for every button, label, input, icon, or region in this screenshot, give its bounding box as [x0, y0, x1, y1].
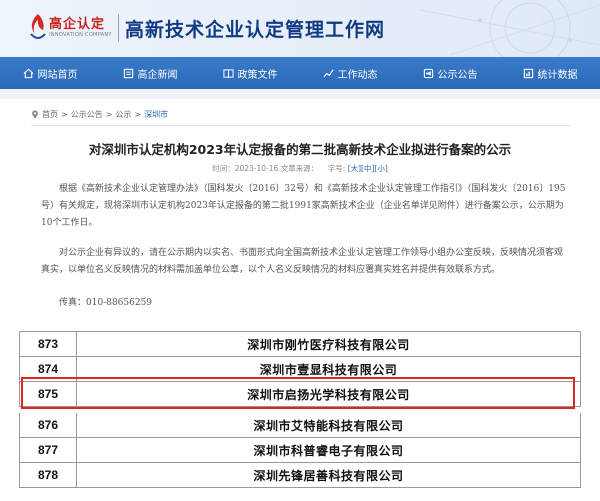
nav-work-updates[interactable]: 工作动态 [300, 57, 400, 89]
table-row: 873 深圳市刚竹医疗科技有限公司 [19, 332, 581, 357]
article-title: 对深圳市认定机构2023年认定报备的第二批高新技术企业拟进行备案的公示 [88, 142, 512, 157]
row-number: 878 [19, 463, 77, 487]
site-header: 高企认定 INNOVATION COMPANY 高新技术企业认定管理工作网 [0, 0, 600, 57]
megaphone-icon [423, 68, 433, 78]
page-gap [0, 89, 600, 99]
table-row: 878 深圳先锋居善科技有限公司 [19, 463, 581, 488]
nav-label: 政策文件 [237, 69, 278, 81]
company-name: 深圳市刚竹医疗科技有限公司 [77, 332, 581, 356]
row-number: 873 [19, 332, 77, 356]
breadcrumb-separator: > [134, 110, 142, 119]
article-time: 时间：2023-10-16 文章来源： [212, 164, 319, 173]
nav-statistics[interactable]: 统计数据 [500, 57, 600, 89]
location-pin-icon [32, 110, 38, 119]
site-title: 高新技术企业认定管理工作网 [125, 19, 386, 41]
logo-mark-icon [30, 14, 46, 39]
row-number: 876 [19, 413, 77, 437]
company-name: 深圳市壹显科技有限公司 [77, 357, 581, 381]
table-row: 875 深圳市启扬光学科技有限公司 [19, 382, 581, 407]
nav-label: 网站首页 [37, 69, 78, 81]
site-logo[interactable]: 高企认定 INNOVATION COMPANY [27, 10, 111, 48]
breadcrumb-separator: > [61, 110, 68, 119]
font-size-large[interactable]: [大] [348, 164, 361, 173]
font-size-small[interactable]: [小] [374, 164, 387, 173]
breadcrumb-divider [31, 125, 571, 126]
nav-news[interactable]: 高企新闻 [100, 57, 200, 89]
font-size-label: 字号: [327, 164, 346, 173]
nav-policy[interactable]: 政策文件 [200, 57, 300, 89]
row-number: 874 [19, 357, 77, 381]
main-nav: 网站首页 高企新闻 政策文件 工作动态 公示公告 统计数据 [0, 57, 600, 89]
nav-home[interactable]: 网站首页 [0, 57, 100, 89]
table-row: 874 深圳市壹显科技有限公司 [19, 357, 581, 382]
document-icon [123, 68, 133, 78]
company-name: 深圳市科普睿电子有限公司 [77, 438, 581, 462]
nav-announcements[interactable]: 公示公告 [400, 57, 500, 89]
company-table: 873 深圳市刚竹医疗科技有限公司 874 深圳市壹显科技有限公司 875 深圳… [19, 331, 581, 501]
table-row: 877 深圳市科普睿电子有限公司 [19, 438, 581, 463]
breadcrumb-announcements[interactable]: 公示公告 [71, 109, 103, 120]
breadcrumb-notice[interactable]: 公示 [115, 109, 131, 120]
row-number: 875 [19, 382, 77, 406]
nav-label: 统计数据 [537, 69, 578, 81]
table-row: 876 深圳市艾特能科技有限公司 [19, 413, 581, 438]
logo-subtext: INNOVATION COMPANY [49, 32, 112, 38]
book-icon [222, 68, 234, 78]
article-panel: 首页 > 公示公告 > 公示 > 深圳市 对深圳市认定机构2023年认定报备的第… [19, 99, 581, 331]
article-paragraph: 对公示企业有异议的，请在公示期内以实名、书面形式向全国高新技术企业认定管理工作领… [41, 248, 564, 275]
nav-label: 公示公告 [437, 69, 478, 81]
breadcrumb-home[interactable]: 首页 [42, 109, 58, 120]
header-divider [118, 14, 119, 42]
fax-number: 传真：010-88656259 [59, 298, 153, 308]
logo-text: 高企认定 [49, 17, 106, 32]
nav-label: 高企新闻 [137, 69, 178, 81]
nav-label: 工作动态 [337, 69, 378, 81]
company-name: 深圳先锋居善科技有限公司 [77, 463, 581, 487]
stats-icon [523, 68, 533, 78]
row-number: 877 [19, 438, 77, 462]
breadcrumb: 首页 > 公示公告 > 公示 > 深圳市 [31, 109, 168, 120]
company-name: 深圳市艾特能科技有限公司 [77, 413, 581, 437]
font-size-medium[interactable]: [中] [361, 164, 374, 173]
chart-icon [322, 69, 334, 78]
company-name: 深圳市启扬光学科技有限公司 [77, 382, 581, 406]
breadcrumb-separator: > [105, 110, 113, 119]
article-paragraph: 根据《高新技术企业认定管理办法》（国科发火〔2016〕32号）和《高新技术企业认… [41, 184, 566, 228]
home-icon [23, 68, 33, 78]
breadcrumb-current[interactable]: 深圳市 [144, 109, 168, 120]
article-meta: 时间：2023-10-16 文章来源： 字号: [大][中][小] [19, 163, 581, 174]
